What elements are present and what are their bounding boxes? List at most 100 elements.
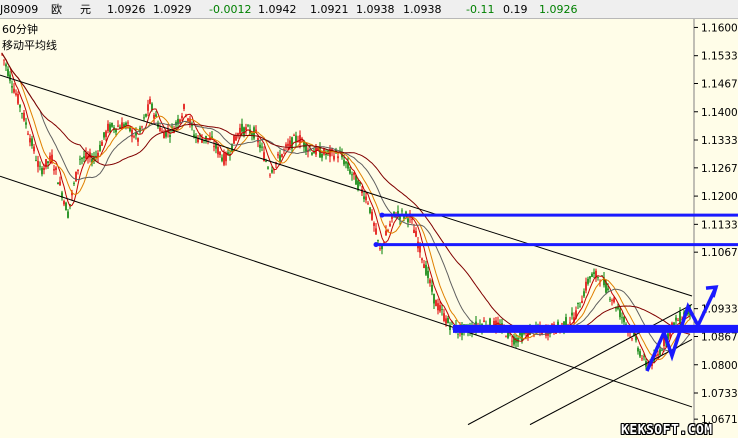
candle-body [429,279,431,284]
currency-label: 欧 [51,3,62,16]
candle-body [235,136,237,141]
candle-body [561,323,563,325]
candle-body [155,114,157,117]
price-chart-svg: 1.1600 1.1533 1.1467 1.1400 1.1333 1.1267 1.12… [0,19,738,428]
candle-body [269,174,271,176]
candle-body [81,157,83,160]
candle-body [321,154,323,158]
candle-body [381,245,383,250]
candle-body [357,180,359,190]
candle-body [221,157,223,161]
candle-body [289,140,291,147]
candle-body [143,117,145,119]
candle-body [305,143,307,152]
candle-body [657,353,659,356]
candle-body [425,264,427,275]
candle-body [609,298,611,300]
candle-body [447,317,449,323]
candle-body [677,320,679,322]
candle-body [35,160,37,161]
candle-body [181,115,183,119]
candle-body [483,320,485,322]
candle-body [79,158,81,160]
candle-body [83,156,85,159]
candle-body [521,332,523,342]
last-value: 1.0926 [539,3,578,16]
candle-body [233,135,235,144]
candle-body [105,131,107,137]
candle-body [77,169,79,171]
candle-body [373,222,375,226]
candle-body [607,288,609,291]
candle-body [287,143,289,146]
candle-body [21,113,23,114]
candle-body [101,141,103,146]
candle-body [33,146,35,152]
candle-body [641,358,643,360]
candle-body [125,122,127,126]
candle-body [73,182,75,184]
candle-body [375,228,377,235]
candle-body [111,122,113,127]
price-value: 1.0926 [107,3,146,16]
candle-body [217,146,219,155]
low-value: 1.0921 [310,3,349,16]
candle-body [281,154,283,157]
candle-body [441,309,443,311]
candle-body [63,200,65,205]
candle-body [277,154,279,156]
candle-body [619,309,621,318]
candle-body [145,113,147,117]
candle-body [179,119,181,123]
candle-body [439,305,441,312]
period-label: 60分钟 [2,23,38,36]
candle-body [435,300,437,307]
candle-body [223,153,225,165]
candle-body [57,182,59,185]
y-tick-label: 1.1400 [701,107,738,119]
open-value: 1.0938 [356,3,395,16]
candle-body [589,276,591,279]
candle-body [13,88,15,93]
candle-body [127,122,129,124]
candle-body [311,152,313,155]
ask-value: 1.0929 [153,3,192,16]
candle-body [141,126,143,128]
candle-body [293,135,295,137]
candle-body [279,155,281,161]
candle-body [421,258,423,261]
candle-body [415,231,417,237]
candle-body [67,211,69,218]
candle-body [295,135,297,142]
candle-body [385,230,387,236]
candle-body [407,218,409,223]
chart-area[interactable]: 1.1600 1.1533 1.1467 1.1400 1.1333 1.1267 1.12… [0,19,738,438]
candle-body [643,356,645,358]
candle-body [411,218,413,220]
candle-body [583,291,585,297]
high-value: 1.0942 [258,3,297,16]
candle-body [27,133,29,135]
candle-body [591,273,593,277]
quote-header: J80909 欧 元 1.0926 1.0929 -0.0012 1.0942 … [0,0,738,19]
candle-body [587,278,589,284]
candle-body [585,281,587,291]
candle-body [445,318,447,324]
candle-body [17,94,19,104]
candle-body [337,156,339,159]
y-tick-label: 1.0800 [701,360,738,372]
candle-body [133,136,135,138]
y-tick-label: 1.0867 [701,332,738,344]
candle-body [23,112,25,121]
candle-body [345,161,347,164]
candle-body [15,93,17,95]
y-tick-label: 1.1533 [701,51,738,63]
candle-body [427,270,429,279]
candle-body [571,312,573,316]
line-anchor-dot [452,326,458,332]
candle-body [327,150,329,152]
candle-body [243,127,245,136]
candle-body [25,122,27,125]
candle-body [511,340,513,342]
trend-line [529,339,693,426]
